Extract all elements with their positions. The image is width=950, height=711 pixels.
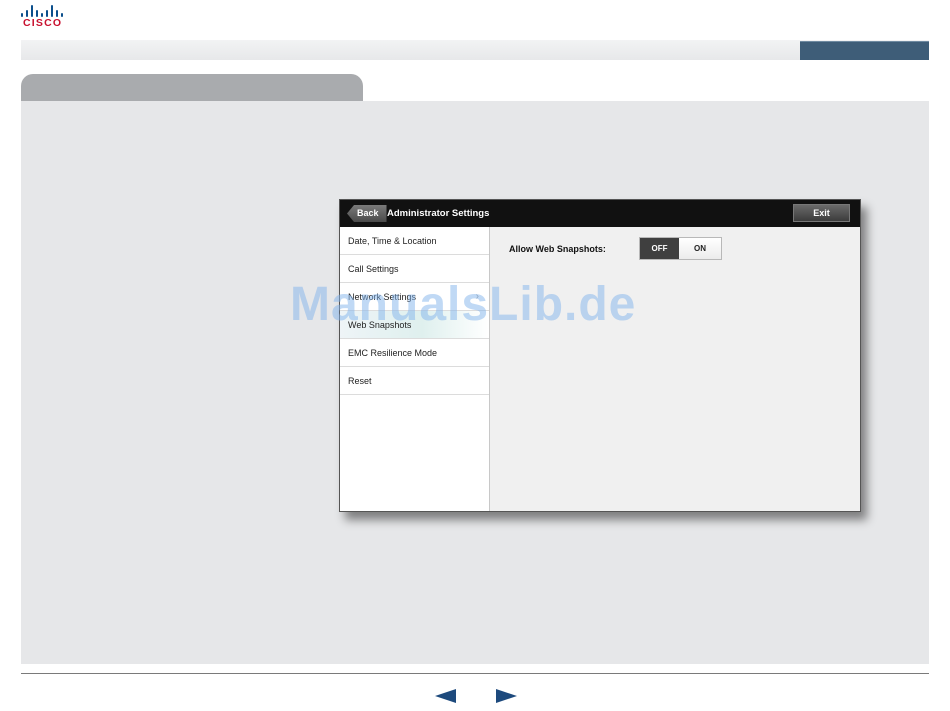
device-title: Administrator Settings (387, 208, 490, 219)
top-nav-active-tab[interactable] (800, 41, 929, 60)
footer-divider (21, 673, 929, 674)
toggle-on-option[interactable]: ON (679, 238, 721, 259)
menu-item-label: Date, Time & Location (348, 236, 437, 246)
cisco-logo: CISCO (21, 4, 71, 30)
triangle-left-icon[interactable] (435, 689, 456, 703)
settings-pane: Allow Web Snapshots: OFF ON (490, 227, 860, 511)
web-snapshots-toggle[interactable]: OFF ON (639, 237, 722, 260)
watermark: ManualsLib.de (290, 278, 637, 331)
menu-item-label: Call Settings (348, 264, 399, 274)
menu-item-reset[interactable]: Reset (340, 367, 489, 395)
menu-item-emc-resilience-mode[interactable]: EMC Resilience Mode (340, 339, 489, 367)
section-tab (21, 74, 363, 102)
allow-web-snapshots-label: Allow Web Snapshots: (509, 244, 606, 254)
cisco-logo-text: CISCO (23, 17, 63, 29)
device-window: Back Administrator Settings Exit Date, T… (339, 199, 861, 512)
menu-item-label: EMC Resilience Mode (348, 348, 438, 358)
menu-item-label: Reset (348, 376, 372, 386)
toggle-off-option[interactable]: OFF (640, 238, 679, 259)
device-header: Back Administrator Settings Exit (340, 200, 860, 227)
menu-item-date-time-location[interactable]: Date, Time & Location (340, 227, 489, 255)
settings-menu: Date, Time & Location Call Settings Netw… (340, 227, 490, 511)
triangle-right-icon[interactable] (496, 689, 517, 703)
back-button[interactable]: Back (347, 205, 387, 222)
top-nav-bar (21, 40, 929, 60)
cisco-bridge-icon (21, 4, 67, 17)
exit-button[interactable]: Exit (793, 204, 850, 222)
